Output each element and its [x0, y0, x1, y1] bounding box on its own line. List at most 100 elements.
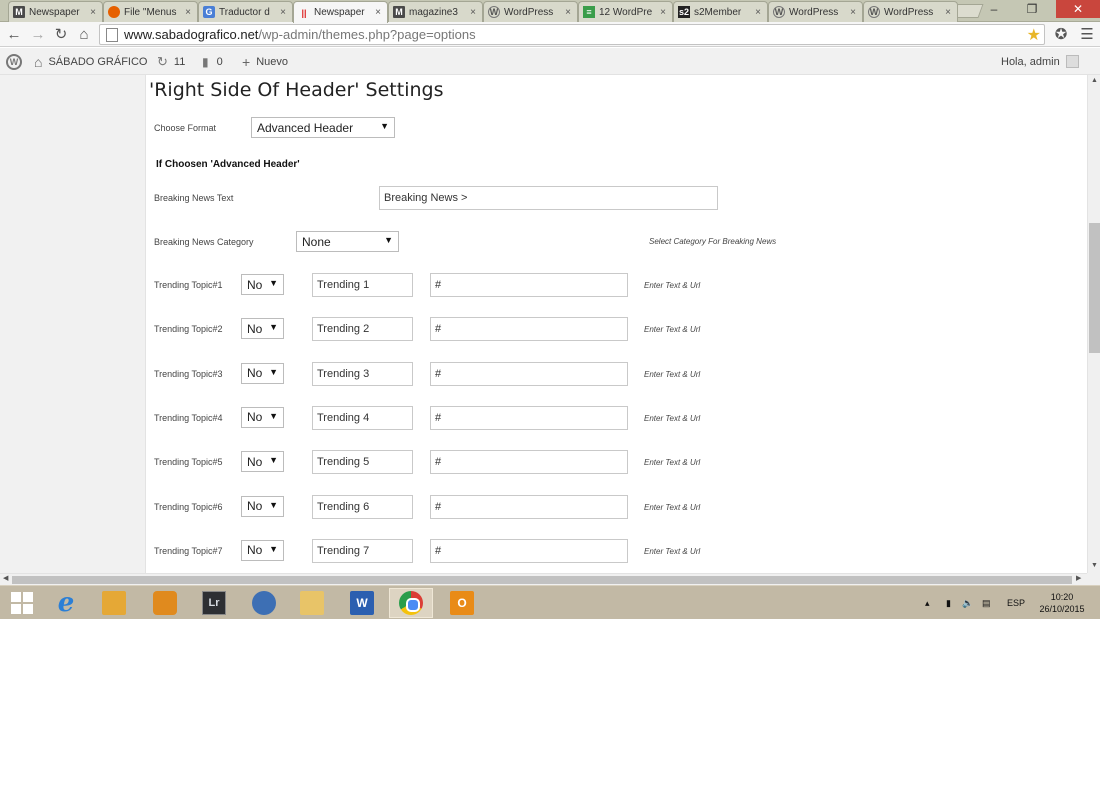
page-title: 'Right Side Of Header' Settings: [149, 79, 444, 101]
battery-icon[interactable]: ▮: [946, 586, 951, 619]
tab-close-icon[interactable]: ×: [943, 7, 953, 18]
browser-tab[interactable]: W WordPress ×: [768, 1, 863, 22]
browser-tab[interactable]: ≡ 12 WordPre ×: [578, 1, 673, 22]
scroll-left-icon[interactable]: ◀: [3, 574, 8, 582]
browser-tab[interactable]: W WordPress ×: [863, 1, 958, 22]
trending-topic-text-input[interactable]: Trending 7: [312, 538, 413, 563]
trending-topic-url-input[interactable]: #: [430, 450, 628, 475]
breaking-news-category-select[interactable]: None ▼: [296, 231, 399, 252]
trending-topic-text-value: Trending 4: [317, 411, 370, 424]
address-bar[interactable]: www.sabadografico.net/wp-admin/themes.ph…: [99, 24, 1045, 45]
browser-tab[interactable]: G Traductor d ×: [198, 1, 293, 22]
trending-topic-url-value: #: [435, 411, 442, 424]
trending-topic-text-input[interactable]: Trending 5: [312, 450, 413, 475]
trending-topic-text-input[interactable]: Trending 3: [312, 361, 413, 386]
taskbar-app-db[interactable]: [143, 588, 187, 618]
restore-icon[interactable]: ❐: [1012, 0, 1052, 18]
network-icon[interactable]: ▤: [982, 586, 991, 619]
taskbar-word[interactable]: W: [340, 588, 384, 618]
horizontal-scroll-thumb[interactable]: [12, 576, 1072, 584]
vertical-scroll-thumb[interactable]: [1089, 223, 1100, 353]
forward-arrow-icon[interactable]: →: [29, 25, 47, 43]
tab-close-icon[interactable]: ×: [88, 7, 98, 18]
extension-icon[interactable]: ✪: [1052, 25, 1070, 43]
vertical-scrollbar[interactable]: ▲ ▼: [1087, 75, 1100, 573]
screen: – ❐ ✕ M Newspaper × File "Menus × G Traductor …: [0, 0, 1100, 619]
tab-favicon-icon: W: [773, 6, 785, 18]
wp-logo-button[interactable]: W: [6, 48, 22, 75]
browser-tab[interactable]: W WordPress ×: [483, 1, 578, 22]
trending-topic-text-input[interactable]: Trending 2: [312, 317, 413, 342]
trending-topic-text-input[interactable]: Trending 1: [312, 273, 413, 297]
scroll-right-icon[interactable]: ▶: [1076, 574, 1081, 582]
tab-close-icon[interactable]: ×: [468, 7, 478, 18]
trending-topic-toggle-select[interactable]: No ▼: [241, 406, 284, 428]
taskbar-app-blue[interactable]: [242, 588, 286, 618]
close-window-icon[interactable]: ✕: [1056, 0, 1100, 18]
trending-topic-toggle-select[interactable]: No ▼: [241, 274, 284, 295]
tab-close-icon[interactable]: ×: [563, 7, 573, 18]
settings-panel: 'Right Side Of Header' Settings Choose F…: [145, 75, 1087, 573]
page-icon: [106, 27, 118, 42]
bookmark-star-icon[interactable]: ★: [1027, 25, 1041, 45]
start-button[interactable]: [0, 588, 44, 618]
tab-close-icon[interactable]: ×: [658, 7, 668, 18]
browser-tab[interactable]: File "Menus ×: [103, 1, 198, 22]
trending-topic-toggle-select[interactable]: No ▼: [241, 495, 284, 517]
account-menu[interactable]: Hola, admin: [1001, 48, 1079, 75]
trending-topic-text-input[interactable]: Trending 4: [312, 405, 413, 430]
trending-topic-text-input[interactable]: Trending 6: [312, 494, 413, 519]
home-icon[interactable]: ⌂: [75, 25, 93, 43]
trending-topic-url-input[interactable]: #: [430, 405, 628, 430]
trending-topic-url-input[interactable]: #: [430, 494, 628, 519]
tab-close-icon[interactable]: ×: [183, 7, 193, 18]
taskbar-explorer[interactable]: [290, 588, 334, 618]
taskbar-outlook[interactable]: O: [440, 588, 484, 618]
horizontal-scrollbar[interactable]: ◀ ▶: [0, 573, 1087, 585]
tab-title: File "Menus: [124, 6, 177, 18]
taskbar-ie[interactable]: e: [44, 588, 88, 618]
trending-topic-toggle-select[interactable]: No ▼: [241, 318, 284, 340]
updates-link[interactable]: ↻ 11: [157, 48, 185, 75]
tab-close-icon[interactable]: ×: [848, 7, 858, 18]
browser-tab[interactable]: s2 s2Member ×: [673, 1, 768, 22]
minimize-icon[interactable]: –: [980, 0, 1008, 18]
trending-topic-url-input[interactable]: #: [430, 361, 628, 386]
browser-tab[interactable]: Mmagazine3 ×: [388, 1, 483, 22]
comments-link[interactable]: ▮ 0: [202, 48, 223, 75]
breaking-news-text-input[interactable]: Breaking News >: [379, 186, 718, 210]
trending-topic-label: Trending Topic#7: [154, 545, 223, 556]
taskbar-lightroom[interactable]: Lr: [192, 588, 236, 618]
reload-icon[interactable]: ↻: [52, 25, 70, 43]
blue-app-icon: [252, 591, 276, 615]
tab-close-icon[interactable]: ×: [373, 7, 383, 18]
back-arrow-icon[interactable]: ←: [5, 25, 23, 43]
trending-topic-toggle-select[interactable]: No ▼: [241, 451, 284, 473]
trending-topic-toggle-select[interactable]: No ▼: [241, 539, 284, 561]
trending-topic-url-input[interactable]: #: [430, 538, 628, 563]
browser-tab[interactable]: || Newspaper ×: [293, 1, 388, 23]
volume-icon[interactable]: 🔈: [962, 586, 973, 619]
new-content-link[interactable]: + Nuevo: [242, 48, 288, 75]
browser-tab[interactable]: M Newspaper ×: [8, 1, 103, 22]
tab-close-icon[interactable]: ×: [278, 7, 288, 18]
scroll-up-icon[interactable]: ▲: [1091, 77, 1098, 84]
scroll-down-icon[interactable]: ▼: [1091, 562, 1098, 569]
trending-topic-url-input[interactable]: #: [430, 317, 628, 342]
trending-topic-hint: Enter Text & Url: [644, 413, 701, 423]
clock[interactable]: 10:20 26/10/2015: [1032, 591, 1092, 615]
language-indicator[interactable]: ESP: [1007, 586, 1025, 619]
tab-close-icon[interactable]: ×: [753, 7, 763, 18]
trending-topic-text-value: Trending 5: [317, 456, 370, 469]
greeting: Hola, admin: [1001, 55, 1060, 68]
taskbar-app-folder[interactable]: [92, 588, 136, 618]
menu-icon[interactable]: ☰: [1078, 25, 1096, 43]
choose-format-select[interactable]: Advanced Header ▼: [251, 117, 395, 138]
trending-topic-toggle-select[interactable]: No ▼: [241, 362, 284, 384]
trending-topic-url-input[interactable]: #: [430, 273, 628, 297]
taskbar-chrome[interactable]: [389, 588, 433, 618]
site-name-link[interactable]: ⌂ SÁBADO GRÁFICO: [34, 48, 148, 75]
trending-topic-hint: Enter Text & Url: [644, 369, 701, 379]
tray-overflow-icon[interactable]: ▴: [925, 586, 930, 619]
trending-topic-toggle-value: No: [247, 499, 263, 513]
